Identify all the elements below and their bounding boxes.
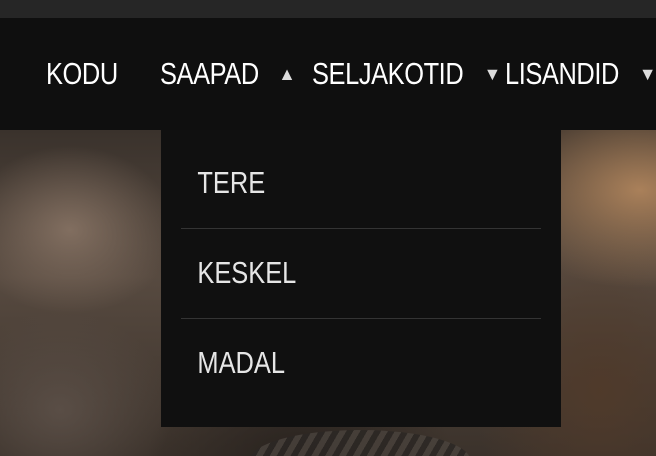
- saapad-dropdown-menu: TERE KESKEL MADAL: [161, 130, 561, 427]
- nav-item-label: SAAPAD: [160, 56, 259, 91]
- nav-item-label: SELJAKOTID: [312, 56, 464, 91]
- dropdown-item-keskel[interactable]: KESKEL: [181, 228, 541, 318]
- caret-down-icon: ▼: [483, 63, 501, 84]
- nav-item-label: KODU: [46, 56, 118, 91]
- main-navigation: KODU SAAPAD ▲ SELJAKOTID ▼ LISANDID ▼: [0, 18, 656, 130]
- caret-up-icon: ▲: [278, 63, 297, 84]
- dropdown-item-label: MADAL: [197, 345, 285, 380]
- dropdown-item-tere[interactable]: TERE: [181, 138, 541, 228]
- nav-item-seljakotid[interactable]: SELJAKOTID ▼: [312, 54, 501, 94]
- page: KODU SAAPAD ▲ SELJAKOTID ▼ LISANDID ▼ TE…: [0, 0, 656, 456]
- nav-item-label: LISANDID: [505, 56, 619, 91]
- top-strip: [0, 0, 656, 18]
- nav-item-kodu[interactable]: KODU: [46, 54, 118, 94]
- dropdown-item-label: TERE: [197, 165, 266, 200]
- dropdown-item-madal[interactable]: MADAL: [181, 318, 541, 408]
- nav-item-saapad[interactable]: SAAPAD ▲: [160, 54, 297, 94]
- dropdown-item-label: KESKEL: [197, 255, 297, 290]
- nav-item-lisandid[interactable]: LISANDID ▼: [505, 54, 656, 94]
- caret-down-icon: ▼: [638, 63, 656, 84]
